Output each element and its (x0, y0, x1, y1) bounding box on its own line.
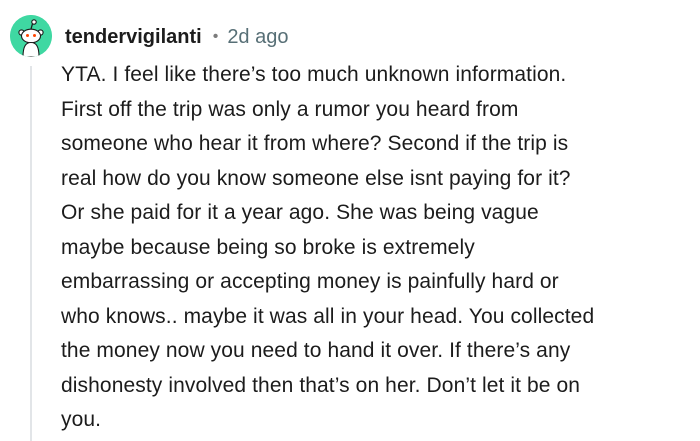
comment-body: YTA. I feel like there’s too much unknow… (61, 58, 691, 438)
comment-body-line: maybe because being so broke is extremel… (61, 235, 475, 259)
username[interactable]: tendervigilanti (65, 26, 202, 49)
comment-body-line: the money now you need to hand it over. … (61, 339, 571, 362)
comment-body-line: who knows.. maybe it was all in your hea… (61, 304, 595, 328)
comment-body-line: YTA. I feel like there’s too much unknow… (61, 63, 567, 86)
comment-thread-line[interactable] (30, 66, 32, 441)
comment-body-line: dishonesty involved then that’s on her. … (61, 373, 581, 397)
comment-body-line: embarrassing or accepting money is painf… (61, 270, 559, 293)
comment-body-line: First off the trip was only a rumor you … (61, 97, 519, 121)
snoo-avatar-icon (10, 15, 52, 57)
comment-body-line: someone who hear it from where? Second i… (61, 132, 569, 155)
avatar[interactable] (10, 15, 52, 57)
comment-body-line: Or she paid for it a year ago. She was b… (61, 201, 539, 224)
separator-dot: • (212, 28, 219, 45)
comment-body-line: you. (61, 408, 102, 431)
timestamp: 2d ago (227, 25, 289, 48)
comment-body-line: real how do you know someone else isnt p… (61, 166, 571, 190)
comment-header: tendervigilanti • 2d ago (65, 22, 288, 52)
